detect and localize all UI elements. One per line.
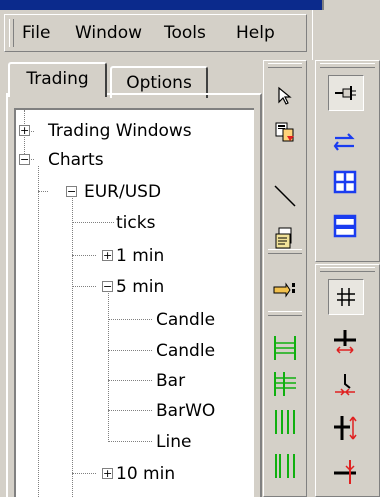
- cross-arrow-icon[interactable]: [328, 455, 362, 489]
- tree-node-charts[interactable]: Charts: [48, 145, 104, 175]
- menu-tools[interactable]: Tools: [161, 15, 209, 51]
- tree-node-candle-2[interactable]: Candle: [156, 336, 215, 366]
- swap-arrows-icon[interactable]: [328, 125, 362, 159]
- vlines-green-icon[interactable]: [268, 405, 302, 439]
- expand-1min[interactable]: +: [102, 250, 113, 261]
- crosshair-icon[interactable]: [328, 279, 364, 315]
- tree-node-5min[interactable]: 5 min: [116, 272, 164, 302]
- expand-trading-windows[interactable]: +: [19, 125, 30, 136]
- line-draw-icon[interactable]: [268, 179, 302, 213]
- menu-window[interactable]: Window: [72, 15, 145, 51]
- tree-node-10min[interactable]: 10 min: [116, 459, 175, 489]
- tree-node-ticks[interactable]: ticks: [116, 208, 155, 238]
- tree-node-trading-windows[interactable]: Trading Windows: [48, 116, 192, 146]
- hline-green-icon[interactable]: [268, 331, 302, 365]
- crosshair-toolbar: [315, 264, 380, 497]
- template-icon[interactable]: [268, 221, 302, 255]
- menu-help[interactable]: Help: [233, 15, 278, 51]
- menu-file[interactable]: File: [19, 15, 53, 51]
- tab-trading[interactable]: Trading: [8, 62, 107, 97]
- copy-icon[interactable]: [268, 115, 302, 149]
- hand-point-icon[interactable]: [268, 273, 302, 307]
- tile-grid-icon[interactable]: [328, 165, 362, 199]
- select-arrow-icon[interactable]: [268, 79, 302, 113]
- step-marker-icon[interactable]: [328, 369, 362, 403]
- collapse-eurusd[interactable]: −: [66, 186, 77, 197]
- menu-bar: File Window Tools Help: [4, 14, 307, 52]
- tree-node-eurusd[interactable]: EUR/USD: [84, 177, 161, 207]
- cross-vsplit-icon[interactable]: [328, 411, 362, 445]
- collapse-charts[interactable]: −: [19, 154, 30, 165]
- tree-node-candle-1[interactable]: Candle: [156, 305, 215, 335]
- title-bar-right: [322, 0, 380, 10]
- pin-icon[interactable]: [328, 75, 364, 111]
- tree-view[interactable]: + Trading Windows − Charts − EUR/USD tic…: [14, 108, 254, 497]
- toolbar-grip[interactable]: [320, 267, 375, 272]
- toolbar-separator: [268, 311, 302, 316]
- expand-10min[interactable]: +: [102, 468, 113, 479]
- fib-green-icon[interactable]: [268, 367, 302, 401]
- menu-grip[interactable]: [9, 19, 14, 47]
- window-toolbar: [315, 60, 380, 262]
- top-right-area: [312, 10, 380, 60]
- drawing-toolbar: [263, 60, 307, 497]
- title-bar-strip: [0, 0, 380, 10]
- tree-node-bar[interactable]: Bar: [156, 366, 185, 396]
- tree-node-line[interactable]: Line: [156, 427, 191, 457]
- collapse-5min[interactable]: −: [102, 281, 113, 292]
- tile-horizontal-icon[interactable]: [328, 209, 362, 243]
- tree-node-1min[interactable]: 1 min: [116, 241, 164, 271]
- tree-node-barwo[interactable]: BarWO: [156, 396, 215, 426]
- vlines2-green-icon[interactable]: [268, 449, 302, 483]
- toolbar-grip[interactable]: [268, 63, 302, 68]
- cross-hsplit-icon[interactable]: [328, 325, 362, 359]
- toolbar-grip[interactable]: [320, 63, 375, 68]
